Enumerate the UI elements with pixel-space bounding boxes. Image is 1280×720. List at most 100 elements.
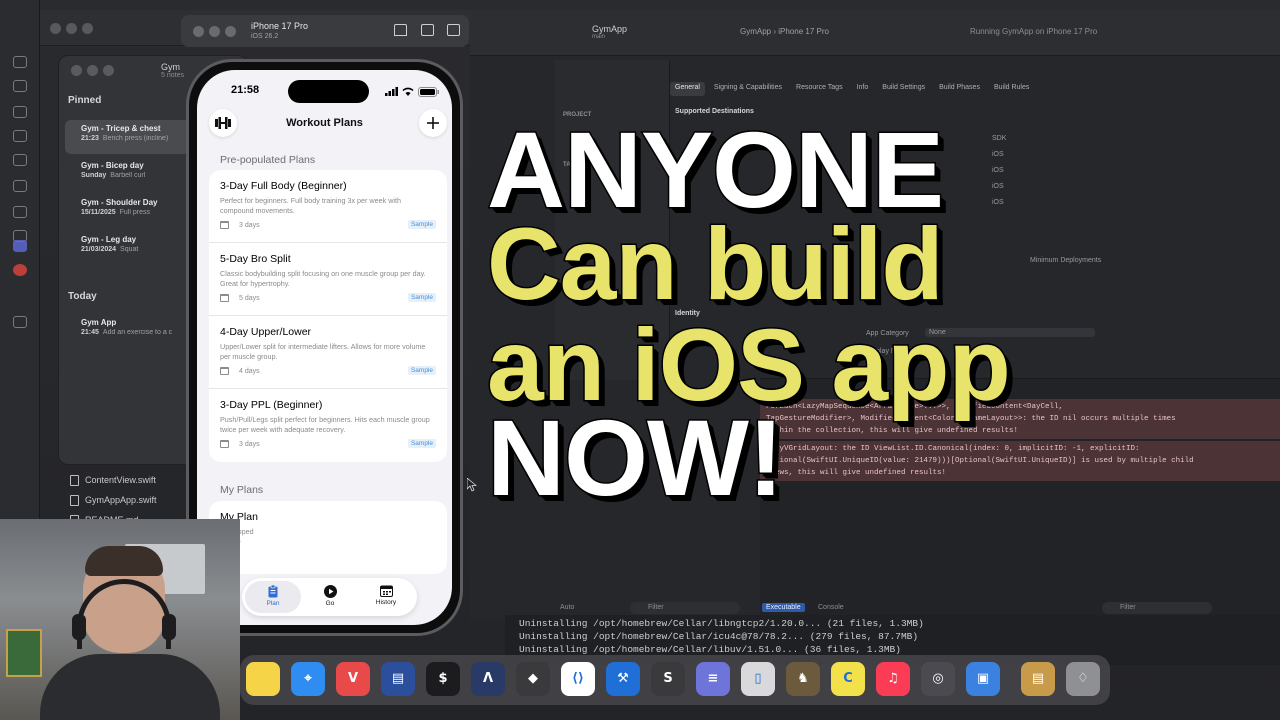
zoom-light[interactable] [225, 26, 236, 37]
vscode-icon[interactable]: ⟨⟩ [561, 662, 595, 696]
disk-utility-icon[interactable]: ◎ [921, 662, 955, 696]
play-circle-icon [323, 585, 337, 598]
zoom-light[interactable] [82, 23, 93, 34]
clipboard-icon [268, 585, 278, 598]
doc-icon[interactable] [13, 56, 27, 68]
add-plan-button[interactable] [419, 109, 447, 137]
minimize-light[interactable] [87, 65, 98, 76]
plan-days: 5 days [239, 294, 260, 302]
xcode-tab-signing-capabilities[interactable]: Signing & Capabilities [709, 82, 787, 96]
prepopulated-plans-card: 3-Day Full Body (Beginner) Perfect for be… [209, 170, 447, 462]
finder-window-icon[interactable]: ▤ [381, 662, 415, 696]
vivaldi-icon[interactable]: V [336, 662, 370, 696]
my-plan-row[interactable]: My Plan Get ripped 1 days [209, 501, 447, 574]
sdk-cell: iOS [992, 183, 1004, 190]
simulator-icon[interactable]: ▣ [966, 662, 1000, 696]
file-item[interactable]: ContentView.swift [70, 470, 190, 490]
linear-icon[interactable]: ≡ [696, 662, 730, 696]
sdk-cell: iOS [992, 151, 1004, 158]
plan-row[interactable]: 3-Day PPL (Beginner) Push/Pull/Legs split… [209, 389, 447, 462]
dock-app-glyph: ◆ [528, 671, 538, 686]
notes-folder-title: Gym [161, 62, 180, 72]
instruments-icon[interactable]: Λ [471, 662, 505, 696]
cube-icon[interactable]: ◆ [516, 662, 550, 696]
executable-tab[interactable]: Executable [762, 603, 805, 612]
xcode-tab-info[interactable]: Info [852, 82, 874, 96]
tab-label: Go [325, 600, 335, 607]
battery-icon [418, 87, 439, 97]
my-plans-card: My Plan Get ripped 1 days [209, 501, 447, 574]
xcode-scheme-selector[interactable]: GymApp › iPhone 17 Pro [740, 27, 829, 36]
tab-history[interactable]: History [358, 581, 414, 613]
minimize-light[interactable] [66, 23, 77, 34]
discord-icon[interactable] [13, 240, 27, 252]
archive-icon[interactable]: ▤ [1021, 662, 1055, 696]
device-icon[interactable]: ▯ [741, 662, 775, 696]
xcode-toolbar: GymApp main GymApp › iPhone 17 Pro Runnin… [470, 10, 1280, 56]
download-icon[interactable] [13, 80, 27, 92]
tab-go[interactable]: Go [302, 581, 358, 613]
auto-dropdown[interactable]: Auto [560, 604, 574, 611]
trash-icon[interactable]: ♢ [1066, 662, 1100, 696]
home-icon[interactable] [394, 24, 407, 36]
simulator-device-name: iPhone 17 Pro [251, 21, 309, 31]
calendar-icon [220, 440, 229, 448]
today-section-label: Today [68, 291, 97, 302]
sublime-icon[interactable]: S [651, 662, 685, 696]
minimize-light[interactable] [209, 26, 220, 37]
pinned-section-label: Pinned [68, 95, 102, 106]
close-light[interactable] [50, 23, 61, 34]
sample-badge: Sample [407, 366, 436, 375]
close-light[interactable] [71, 65, 82, 76]
console-tab[interactable]: Console [818, 604, 844, 611]
screen-recording-frame: GymApp main GymApp › iPhone 17 Pro Runnin… [0, 0, 1280, 720]
plan-title: My Plan [220, 511, 258, 523]
notes-icon[interactable] [246, 662, 280, 696]
xcode-tab-build-phases[interactable]: Build Phases [934, 82, 985, 96]
notes-count: 5 notes [161, 72, 184, 79]
music-icon[interactable]: ♫ [876, 662, 910, 696]
c-app-icon[interactable]: C [831, 662, 865, 696]
plan-row[interactable]: 4-Day Upper/Lower Upper/Lower split for i… [209, 316, 447, 389]
terminal-icon[interactable]: $ [426, 662, 460, 696]
xcode-editor-tabs: General Signing & Capabilities Resource Ta… [670, 82, 1034, 96]
xcode-icon[interactable]: ⚒ [606, 662, 640, 696]
clock-icon[interactable] [13, 106, 27, 118]
close-light[interactable] [193, 26, 204, 37]
xcode-tab-general[interactable]: General [670, 82, 705, 96]
record-icon[interactable] [13, 264, 27, 276]
bell-icon[interactable] [13, 206, 27, 218]
file-item[interactable]: GymAppApp.swift [70, 490, 190, 510]
calendar-icon [220, 367, 229, 375]
terminal-line: Uninstalling /opt/homebrew/Cellar/libngt… [519, 618, 924, 629]
xcode-tab-build-rules[interactable]: Build Rules [989, 82, 1034, 96]
note-time: 21:45 [81, 329, 99, 336]
dock-app-glyph: ≡ [707, 671, 719, 686]
list-icon[interactable] [13, 130, 27, 142]
dock-app-glyph: Λ [482, 671, 494, 686]
rotate-icon[interactable] [447, 24, 460, 36]
xcode-tab-build-settings[interactable]: Build Settings [877, 82, 930, 96]
dynamic-island [288, 80, 369, 103]
lock-icon[interactable] [13, 180, 27, 192]
plus-icon[interactable] [13, 316, 27, 328]
xcode-tab-resource-tags[interactable]: Resource Tags [791, 82, 848, 96]
sdk-cell: iOS [992, 199, 1004, 206]
tab-plan[interactable]: Plan [245, 581, 301, 613]
plan-days: 3 days [239, 440, 260, 448]
plan-days: 1 days [220, 538, 436, 545]
dock-app-glyph: ⌖ [304, 671, 312, 686]
grid-icon[interactable] [13, 154, 27, 166]
safari-icon[interactable]: ⌖ [291, 662, 325, 696]
screenshot-icon[interactable] [421, 24, 434, 36]
variables-filter-field[interactable]: Filter [630, 602, 740, 614]
xcode-project-name[interactable]: GymApp main [592, 24, 627, 40]
plan-row[interactable]: 5-Day Bro Split Classic bodybuilding spli… [209, 243, 447, 316]
plus-icon [427, 117, 439, 129]
plan-row[interactable]: 3-Day Full Body (Beginner) Perfect for be… [209, 170, 447, 243]
headphone-cup [72, 614, 86, 640]
zoom-light[interactable] [103, 65, 114, 76]
horse-icon[interactable]: ♞ [786, 662, 820, 696]
console-filter-field[interactable]: Filter [1102, 602, 1212, 614]
plan-description: Perfect for beginners. Full body trainin… [220, 196, 401, 215]
